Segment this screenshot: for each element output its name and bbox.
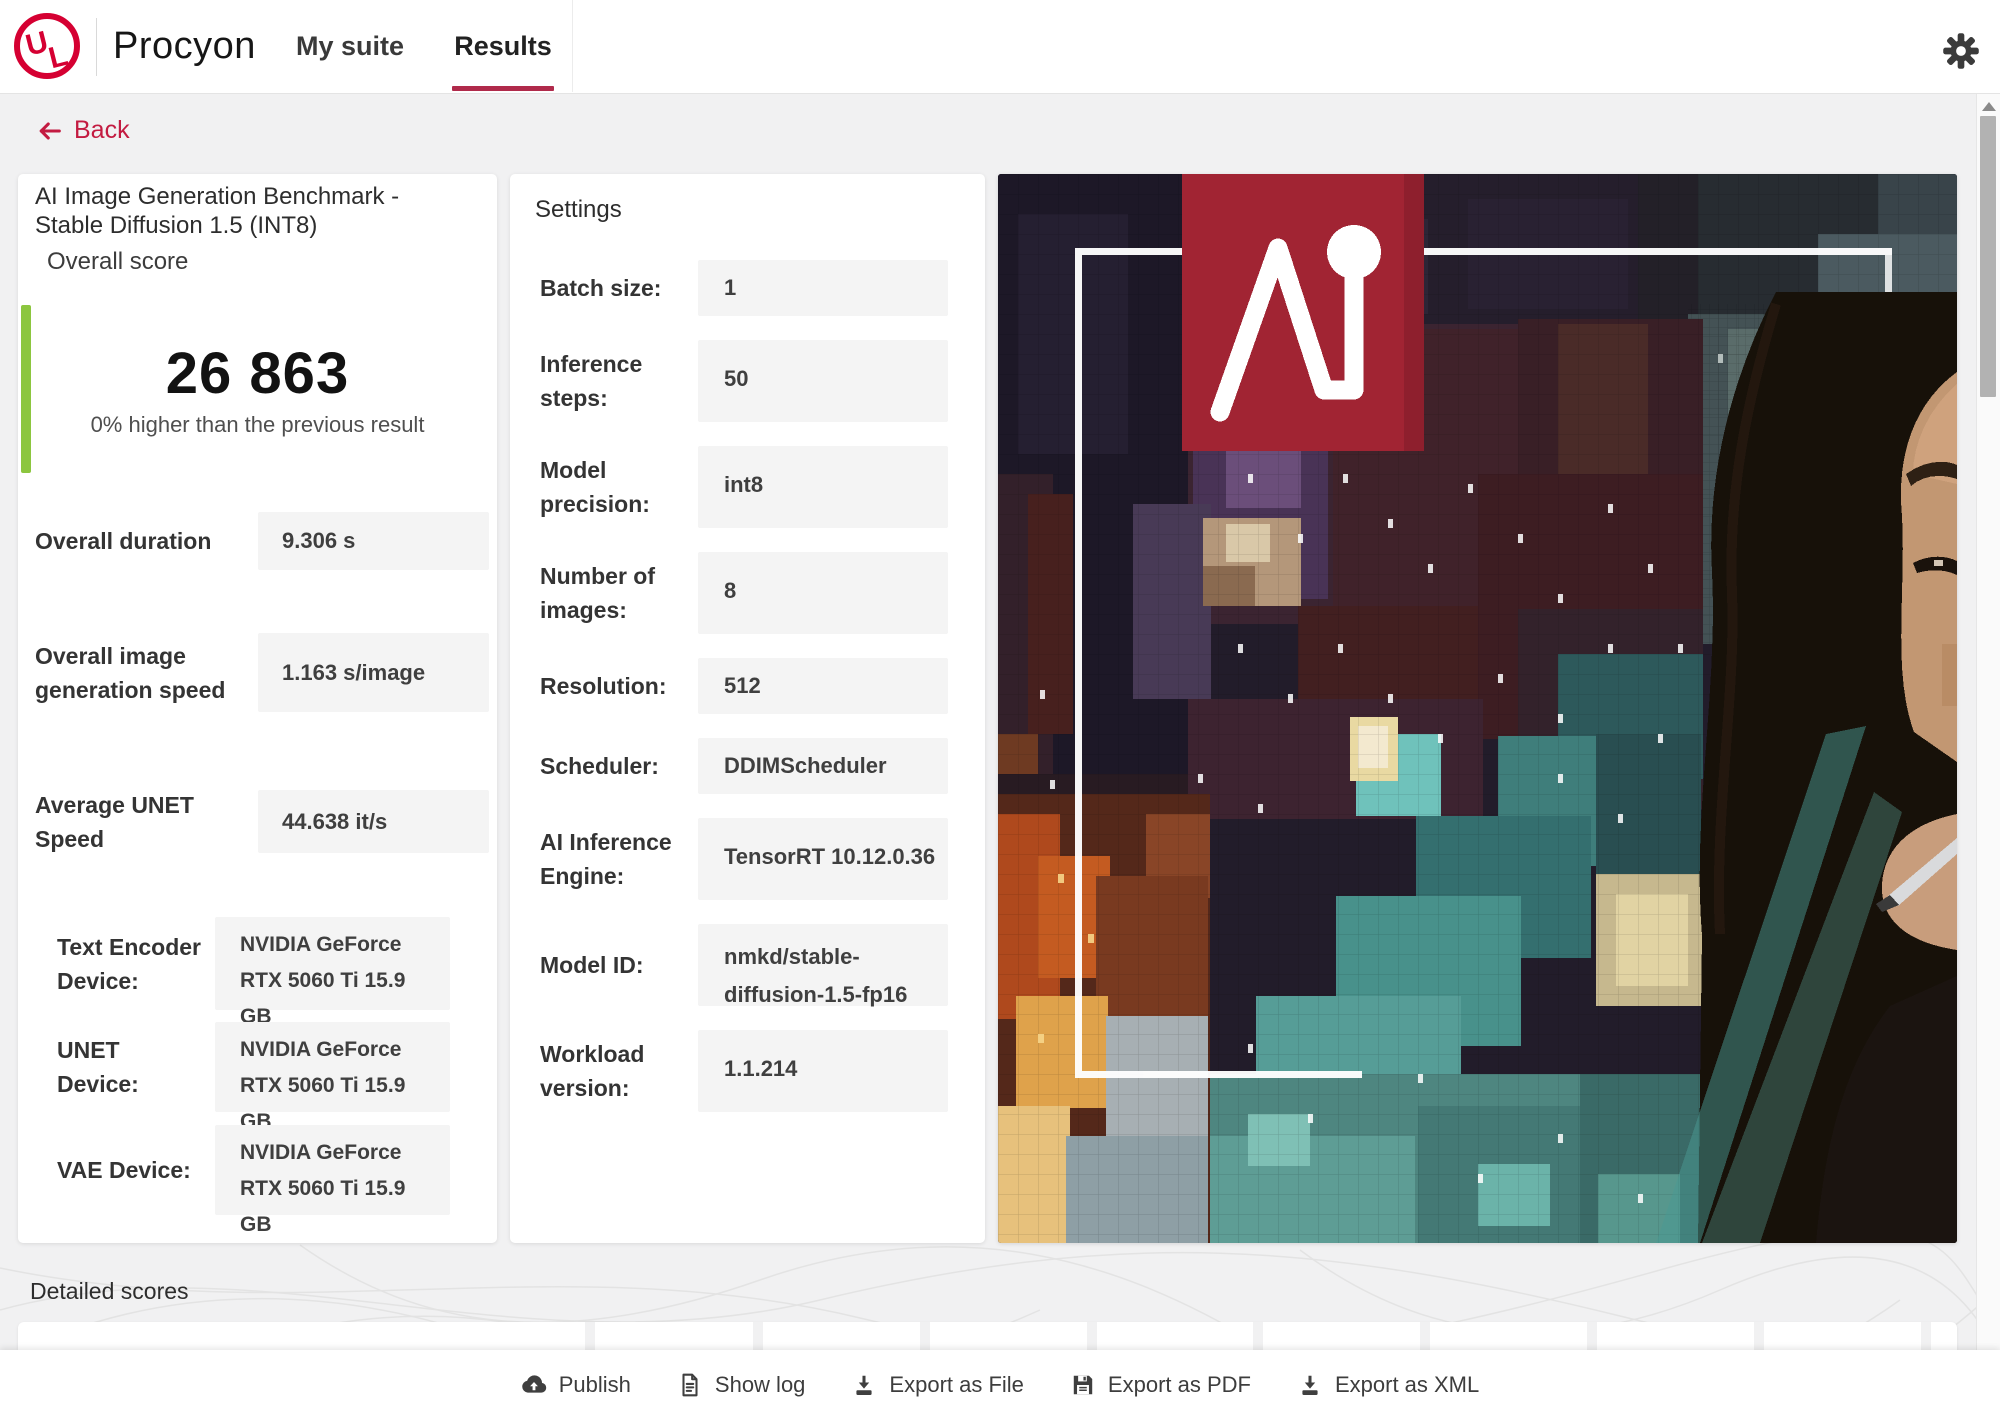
setting-label: Model ID: — [540, 924, 698, 1006]
document-icon — [677, 1372, 703, 1398]
settings-card: Settings Batch size: 1 Inference steps: … — [510, 174, 985, 1243]
detailed-scores-card — [18, 1322, 1957, 1350]
metric-label: Average UNET Speed — [35, 790, 245, 853]
show-log-button[interactable]: Show log — [677, 1372, 806, 1398]
device-label: Text Encoder Device: — [57, 917, 207, 1010]
metric-value-box: 9.306 s — [258, 512, 489, 570]
setting-value-box: TensorRT 10.12.0.36 — [698, 818, 948, 900]
setting-label: AI Inference Engine: — [540, 818, 698, 900]
ai-banner — [1182, 174, 1424, 451]
setting-label: Batch size: — [540, 260, 698, 316]
metric-value: 9.306 s — [282, 528, 355, 554]
export-xml-label: Export as XML — [1335, 1372, 1479, 1398]
settings-title: Settings — [535, 196, 622, 224]
export-pdf-button[interactable]: Export as PDF — [1070, 1372, 1251, 1398]
setting-value: 512 — [724, 667, 761, 705]
tab-results[interactable]: Results — [450, 0, 556, 93]
download-icon — [1297, 1372, 1323, 1398]
metric-value-box: 44.638 it/s — [258, 790, 489, 853]
tab-my-suite[interactable]: My suite — [285, 0, 415, 93]
export-file-label: Export as File — [889, 1372, 1024, 1398]
generated-image — [998, 174, 1957, 1243]
device-label: UNET Device: — [57, 1022, 207, 1112]
result-summary-card: AI Image Generation Benchmark - Stable D… — [18, 174, 497, 1243]
setting-label: Workload version: — [540, 1030, 698, 1112]
header-divider — [572, 0, 573, 92]
setting-value-box: 50 — [698, 340, 948, 422]
metric-value: 44.638 it/s — [282, 809, 387, 835]
publish-label: Publish — [559, 1372, 631, 1398]
gear-icon[interactable] — [1941, 31, 1981, 71]
device-label: VAE Device: — [57, 1125, 207, 1215]
export-pdf-label: Export as PDF — [1108, 1372, 1251, 1398]
header: U L Procyon My suite Results — [0, 0, 2000, 94]
back-arrow-icon — [36, 117, 64, 145]
setting-value: 1 — [724, 269, 736, 307]
setting-value-box: nmkd/stable-diffusion-1.5-fp16 — [698, 924, 948, 1006]
setting-label: Scheduler: — [540, 738, 698, 794]
setting-value-box: 512 — [698, 658, 948, 714]
scrollbar[interactable] — [1976, 94, 2000, 1350]
overall-score-value: 26 863 — [18, 340, 497, 407]
app-title: Procyon — [113, 0, 256, 93]
overall-score-label: Overall score — [47, 248, 188, 276]
brand-divider — [96, 18, 97, 76]
device-value-box: NVIDIA GeForce RTX 5060 Ti 15.9 GB — [215, 917, 450, 1010]
export-xml-button[interactable]: Export as XML — [1297, 1372, 1479, 1398]
device-value-box: NVIDIA GeForce RTX 5060 Ti 15.9 GB — [215, 1125, 450, 1215]
download-icon — [851, 1372, 877, 1398]
logo-letter-l: L — [45, 39, 71, 75]
setting-value-box: int8 — [698, 446, 948, 528]
setting-value: int8 — [724, 466, 763, 528]
setting-value: 50 — [724, 360, 748, 422]
device-value-box: NVIDIA GeForce RTX 5060 Ti 15.9 GB — [215, 1022, 450, 1112]
setting-label: Model precision: — [540, 446, 698, 528]
back-label: Back — [74, 116, 130, 145]
cloud-upload-icon — [521, 1372, 547, 1398]
export-file-button[interactable]: Export as File — [851, 1372, 1024, 1398]
setting-value-box: DDIMScheduler — [698, 738, 948, 794]
setting-label: Resolution: — [540, 658, 698, 714]
footer-toolbar: Publish Show log Export as File Export a… — [0, 1350, 2000, 1419]
benchmark-title: AI Image Generation Benchmark - Stable D… — [35, 182, 473, 240]
save-icon — [1070, 1372, 1096, 1398]
setting-value-box: 1 — [698, 260, 948, 316]
device-value: NVIDIA GeForce RTX 5060 Ti 15.9 GB — [240, 933, 405, 1028]
device-value: NVIDIA GeForce RTX 5060 Ti 15.9 GB — [240, 1141, 405, 1236]
setting-label: Inference steps: — [540, 340, 698, 422]
setting-value: 1.1.214 — [724, 1050, 797, 1112]
metric-value-box: 1.163 s/image — [258, 633, 489, 712]
metric-label: Overall image generation speed — [35, 633, 245, 712]
setting-value: DDIMScheduler — [724, 747, 887, 785]
setting-value: nmkd/stable-diffusion-1.5-fp16 — [724, 938, 948, 1006]
setting-value-box: 8 — [698, 552, 948, 634]
setting-value: TensorRT 10.12.0.36 — [724, 838, 935, 900]
detailed-scores-heading: Detailed scores — [30, 1278, 189, 1305]
active-tab-underline — [452, 86, 554, 91]
metric-value: 1.163 s/image — [282, 660, 425, 686]
scrollbar-thumb[interactable] — [1980, 116, 1996, 397]
show-log-label: Show log — [715, 1372, 806, 1398]
ul-logo-icon: U L — [12, 11, 82, 81]
setting-label: Number of images: — [540, 552, 698, 634]
metric-label: Overall duration — [35, 512, 245, 570]
device-value: NVIDIA GeForce RTX 5060 Ti 15.9 GB — [240, 1038, 405, 1133]
back-link[interactable]: Back — [36, 116, 130, 145]
setting-value-box: 1.1.214 — [698, 1030, 948, 1112]
scrollbar-up-arrow[interactable] — [1982, 102, 1996, 111]
score-comparison: 0% higher than the previous result — [18, 412, 497, 438]
publish-button[interactable]: Publish — [521, 1372, 631, 1398]
setting-value: 8 — [724, 572, 736, 634]
